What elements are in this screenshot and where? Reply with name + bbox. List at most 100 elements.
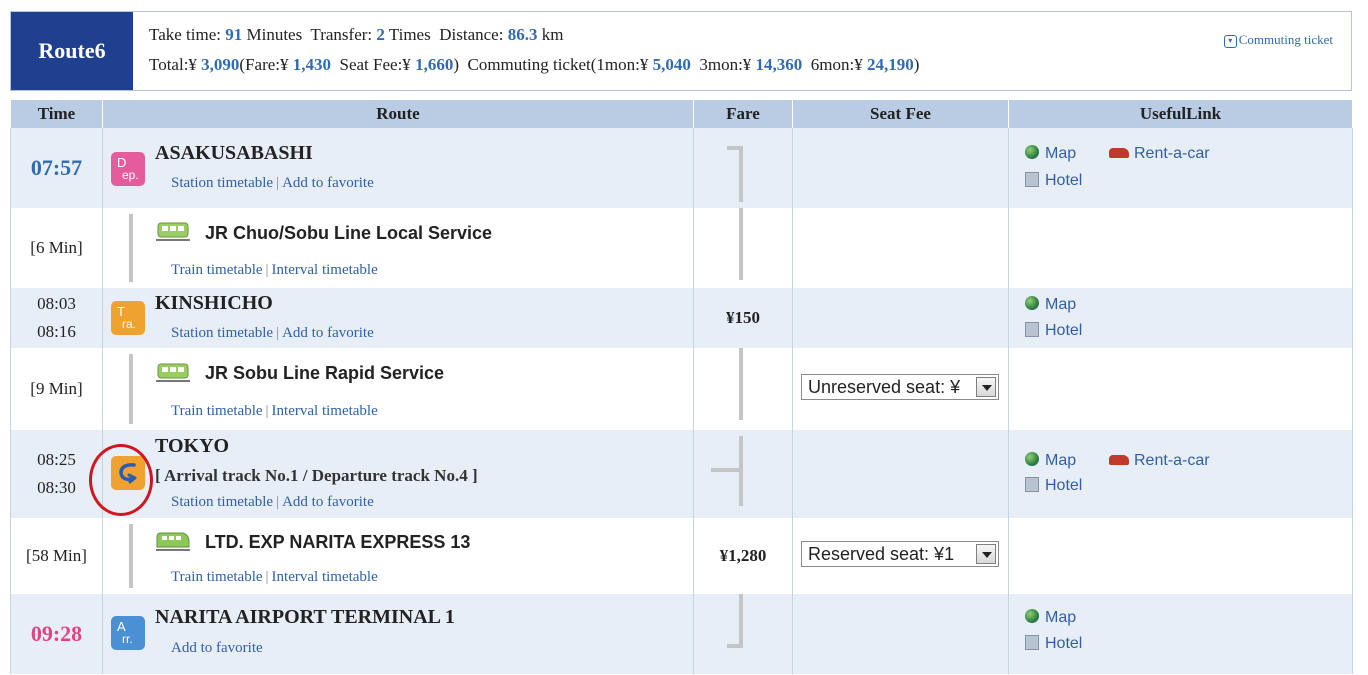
commuting-ticket-link[interactable]: ▾ Commuting ticket	[1223, 32, 1333, 48]
seat-type-select[interactable]: Reserved seat: ¥1	[801, 541, 999, 567]
station-links: Station timetable | Add to favorite	[171, 325, 374, 342]
seat-fee-label: Seat Fee:¥	[339, 55, 411, 74]
interval-timetable-link[interactable]: Interval timetable	[272, 262, 378, 278]
line-links: Train timetable | Interval timetable	[171, 569, 378, 586]
total-value: 3,090	[201, 55, 240, 74]
map-link[interactable]: Map	[1025, 609, 1076, 627]
station-row-narita: 09:28 Arr. NARITA AIRPORT TERMINAL 1 Add…	[10, 594, 1353, 674]
hotel-link[interactable]: Hotel	[1025, 172, 1082, 190]
col-seat-fee: Seat Fee	[792, 100, 1009, 128]
map-link[interactable]: Map	[1025, 296, 1076, 314]
route-cell: TOKYO [ Arrival track No.1 / Departure t…	[102, 430, 694, 518]
seat-fee-cell	[792, 430, 1009, 518]
icon-sub: ep.	[122, 168, 139, 182]
distance-label: Distance:	[439, 25, 504, 44]
rent-a-car-link[interactable]: Rent-a-car	[1109, 452, 1210, 470]
fare-value: 1,430	[292, 55, 332, 74]
arrival-icon: Arr.	[111, 616, 145, 650]
fare-label: (Fare:¥	[239, 55, 289, 74]
departure-time: 07:57	[30, 155, 83, 180]
hotel-label: Hotel	[1045, 322, 1083, 339]
chevron-down-icon[interactable]	[976, 377, 996, 397]
hotel-link[interactable]: Hotel	[1025, 322, 1082, 340]
map-link[interactable]: Map	[1025, 452, 1076, 470]
duration-cell: [6 Min]	[10, 208, 103, 288]
station-row-asakusabashi: 07:57 Dep. ASAKUSABASHI Station timetabl…	[10, 128, 1353, 208]
seat-fee-cell: Reserved seat: ¥1	[792, 518, 1009, 594]
chevron-down-icon[interactable]	[976, 544, 996, 564]
seat-fee-cell	[792, 128, 1009, 208]
route-bracket	[727, 594, 743, 648]
station-links: Station timetable | Add to favorite	[171, 175, 374, 192]
link-separator: |	[276, 325, 280, 341]
hotel-link[interactable]: Hotel	[1025, 635, 1082, 653]
icon-sub: rr.	[122, 632, 133, 646]
icon-sub: ra.	[122, 317, 137, 331]
rapid-train-icon	[156, 363, 190, 382]
station-timetable-link[interactable]: Station timetable	[171, 325, 273, 341]
map-link[interactable]: Map	[1025, 145, 1076, 163]
map-label: Map	[1045, 452, 1077, 469]
rent-a-car-link[interactable]: Rent-a-car	[1109, 145, 1210, 163]
fare-cell: ¥150	[693, 288, 793, 348]
station-timetable-link[interactable]: Station timetable	[171, 494, 273, 510]
hotel-label: Hotel	[1045, 477, 1083, 494]
route-cell: JR Chuo/Sobu Line Local Service Train ti…	[102, 208, 694, 288]
col-fare: Fare	[693, 100, 793, 128]
duration: [6 Min]	[30, 238, 83, 257]
interval-timetable-link[interactable]: Interval timetable	[272, 569, 378, 585]
transfer-value: 2	[376, 25, 385, 44]
fare-value: ¥1,280	[719, 546, 767, 565]
useful-link-cell: Map Hotel	[1008, 594, 1353, 674]
fare-cell	[693, 348, 793, 430]
duration: [58 Min]	[26, 546, 87, 565]
add-to-favorite-link[interactable]: Add to favorite	[282, 494, 374, 510]
route-junction	[711, 468, 743, 472]
route-bracket	[727, 348, 743, 420]
time-cell: 07:57	[10, 128, 103, 208]
seat-type-select[interactable]: Unreserved seat: ¥	[801, 374, 999, 400]
time-cell: 08:03 08:16	[10, 288, 103, 348]
train-timetable-link[interactable]: Train timetable	[171, 403, 263, 419]
arrival-time: 08:03	[37, 294, 76, 313]
table-header-row: Time Route Fare Seat Fee UsefulLink	[10, 100, 1353, 128]
route-line-bar	[129, 524, 133, 588]
map-label: Map	[1045, 145, 1077, 162]
train-timetable-link[interactable]: Train timetable	[171, 262, 263, 278]
add-to-favorite-link[interactable]: Add to favorite	[171, 640, 263, 656]
add-to-favorite-link[interactable]: Add to favorite	[282, 175, 374, 191]
fare-cell	[693, 430, 793, 518]
commuting-ticket-link-label: Commuting ticket	[1238, 32, 1333, 47]
route-cell: JR Sobu Line Rapid Service Train timetab…	[102, 348, 694, 430]
interval-timetable-link[interactable]: Interval timetable	[272, 403, 378, 419]
duration: [9 Min]	[30, 379, 83, 398]
line-links: Train timetable | Interval timetable	[171, 403, 378, 420]
fare-cell: ¥1,280	[693, 518, 793, 594]
train-timetable-link[interactable]: Train timetable	[171, 569, 263, 585]
link-separator: |	[276, 494, 280, 510]
rent-a-car-label: Rent-a-car	[1134, 452, 1210, 469]
route-bracket	[727, 146, 743, 202]
rent-a-car-label: Rent-a-car	[1134, 145, 1210, 162]
hotel-icon	[1025, 172, 1039, 187]
station-name: ASAKUSABASHI	[155, 142, 313, 164]
departure-icon: Dep.	[111, 152, 145, 186]
line-name: LTD. EXP NARITA EXPRESS 13	[205, 532, 471, 552]
globe-icon	[1025, 609, 1039, 623]
fare-cell	[693, 128, 793, 208]
link-separator: |	[265, 569, 269, 585]
line-name: JR Sobu Line Rapid Service	[205, 363, 445, 383]
globe-icon	[1025, 296, 1039, 310]
route-label: Route6	[11, 12, 133, 90]
line-row-narita-express: [58 Min] LTD. EXP NARITA EXPRESS 13 Trai…	[10, 518, 1353, 594]
hotel-icon	[1025, 322, 1039, 337]
station-timetable-link[interactable]: Station timetable	[171, 175, 273, 191]
add-to-favorite-link[interactable]: Add to favorite	[282, 325, 374, 341]
line-links: Train timetable | Interval timetable	[171, 262, 378, 279]
commute-3mon-label: 3mon:¥	[699, 55, 752, 74]
station-links: Station timetable | Add to favorite	[171, 494, 374, 511]
fare-cell	[693, 208, 793, 288]
station-name: TOKYO	[155, 435, 230, 457]
hotel-link[interactable]: Hotel	[1025, 477, 1082, 495]
take-time-label: Take time:	[149, 25, 221, 44]
